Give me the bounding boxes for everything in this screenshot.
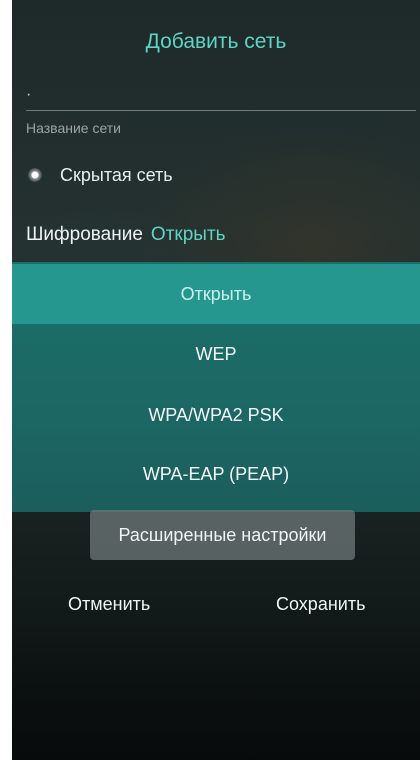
dialog-title: Добавить сеть [145,30,287,53]
encryption-option-wep[interactable]: WEP [12,324,420,384]
encryption-option-open[interactable]: Открыть [12,264,420,324]
cancel-button[interactable]: Отменить [68,594,150,615]
bottom-background [12,620,420,760]
encryption-option-wpa-eap[interactable]: WPA-EAP (PEAP) [12,444,420,504]
add-network-screen: Добавить сеть · Название сети Скрытая се… [12,0,420,760]
encryption-row[interactable]: Шифрование Открыть [26,224,226,246]
encryption-option-wpa-psk[interactable]: WPA/WPA2 PSK [12,385,420,445]
save-button[interactable]: Сохранить [276,594,365,615]
encryption-value[interactable]: Открыть [151,224,226,245]
hidden-network-row[interactable]: Скрытая сеть [28,163,173,187]
hidden-network-checkbox[interactable] [28,168,42,182]
encryption-dropdown-menu: Открыть WEP WPA/WPA2 PSK WPA-EAP (PEAP) [12,262,420,512]
advanced-settings-button[interactable]: Расширенные настройки [90,510,355,560]
encryption-label: Шифрование [26,224,143,245]
network-name-input[interactable]: · [26,86,416,111]
network-name-label: Название сети [26,120,122,136]
hidden-network-label: Скрытая сеть [60,164,173,185]
